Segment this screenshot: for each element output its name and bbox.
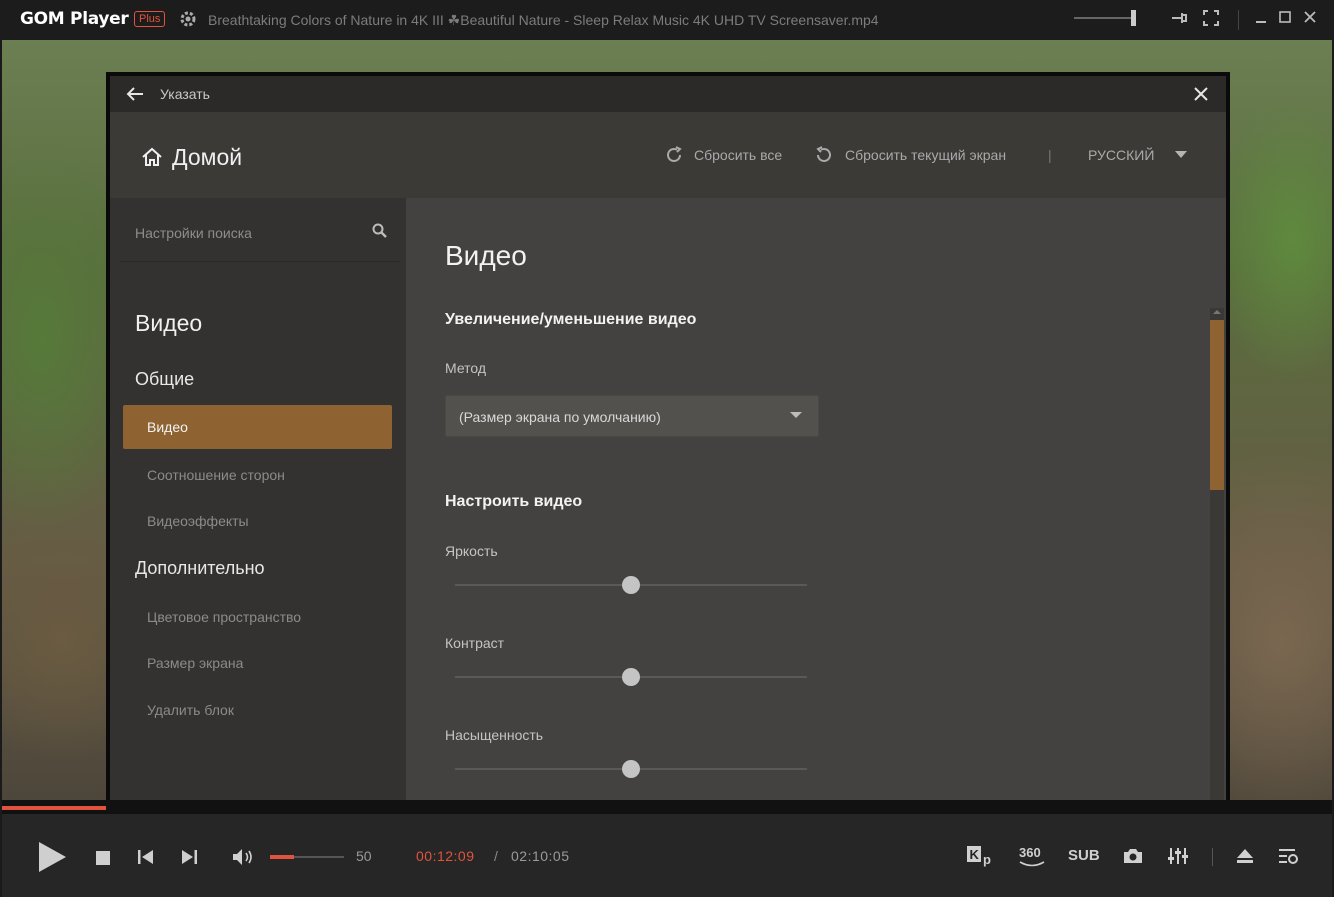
saturation-label: Насыщенность — [445, 727, 544, 743]
pin-icon[interactable] — [1168, 9, 1190, 31]
chevron-down-icon[interactable] — [1175, 151, 1187, 158]
file-title: Breathtaking Colors of Nature in 4K III … — [208, 12, 879, 28]
playlist-icon[interactable] — [1277, 847, 1299, 869]
search-icon[interactable] — [371, 222, 389, 240]
section-zoom-title: Увеличение/уменьшение видео — [445, 311, 697, 328]
svg-text:K: K — [970, 847, 980, 862]
page-title: Видео — [445, 240, 527, 271]
back-arrow-icon[interactable] — [124, 83, 146, 105]
seek-bar-progress[interactable] — [2, 806, 106, 810]
method-dropdown-value[interactable]: (Размер экрана по умолчанию) — [459, 409, 661, 425]
app-logo: GOM Player — [20, 9, 129, 29]
volume-slider-fill[interactable] — [270, 855, 294, 859]
previous-icon[interactable] — [137, 849, 155, 870]
360-icon[interactable]: 360 — [1016, 843, 1048, 875]
undo-icon[interactable] — [814, 145, 834, 165]
contrast-label: Контраст — [445, 635, 505, 651]
opacity-slider-track[interactable] — [1074, 17, 1136, 19]
sidebar-item-screen-size[interactable]: Размер экрана — [123, 641, 392, 685]
title-bar: GOM Player Plus Breathtaking Colors of N… — [0, 0, 1334, 40]
play-icon[interactable] — [36, 840, 68, 879]
titlebar-divider — [1238, 10, 1239, 30]
next-icon[interactable] — [180, 849, 198, 870]
search-input[interactable]: Настройки поиска — [135, 225, 252, 241]
brightness-label: Яркость — [445, 543, 498, 559]
saturation-slider-knob[interactable] — [622, 760, 640, 778]
time-separator: / — [494, 848, 498, 864]
sidebar-item-color-space[interactable]: Цветовое пространство — [123, 595, 392, 639]
current-time: 00:12:09 — [416, 848, 475, 864]
brightness-slider-knob[interactable] — [622, 576, 640, 594]
refresh-icon[interactable] — [664, 145, 684, 165]
svg-text:360: 360 — [1019, 845, 1041, 860]
svg-text:p: p — [983, 852, 991, 867]
subtitle-button[interactable]: SUB — [1068, 847, 1100, 864]
sidebar-group-general[interactable]: Общие — [135, 369, 194, 390]
reset-current-button[interactable]: Сбросить текущий экран — [845, 147, 1006, 163]
dialog-close-icon[interactable] — [1190, 83, 1212, 105]
opacity-slider-knob[interactable] — [1131, 10, 1136, 26]
close-icon[interactable] — [1299, 9, 1321, 31]
total-time: 02:10:05 — [511, 848, 570, 864]
contrast-slider-knob[interactable] — [622, 668, 640, 686]
kp-icon[interactable]: Kp — [966, 844, 998, 872]
sidebar-group-advanced[interactable]: Дополнительно — [135, 558, 265, 579]
reset-all-button[interactable]: Сбросить все — [694, 147, 782, 163]
home-icon[interactable] — [140, 145, 164, 169]
controls-divider — [1212, 848, 1213, 866]
fullscreen-icon[interactable] — [1200, 9, 1222, 31]
equalizer-icon[interactable] — [1167, 846, 1189, 870]
eject-icon[interactable] — [1235, 847, 1255, 869]
volume-value: 50 — [356, 848, 372, 864]
sidebar-item-video-effects[interactable]: Видеоэффекты — [123, 499, 392, 543]
scrollbar-thumb[interactable] — [1210, 320, 1224, 490]
method-label: Метод — [445, 360, 487, 376]
section-adjust-title: Настроить видео — [445, 493, 583, 510]
sidebar-heading: Видео — [135, 310, 203, 336]
sidebar-item-remove-block[interactable]: Удалить блок — [123, 688, 392, 732]
toolbar-separator: | — [1048, 147, 1052, 163]
gom-player-window: GOM Player Plus Breathtaking Colors of N… — [0, 0, 1334, 897]
camera-icon[interactable] — [1122, 847, 1144, 869]
dialog-title: Указать — [160, 86, 210, 102]
maximize-icon[interactable] — [1274, 9, 1296, 31]
home-link[interactable]: Домой — [172, 144, 242, 171]
gear-icon[interactable] — [178, 9, 198, 29]
plus-badge[interactable]: Plus — [134, 11, 166, 27]
seek-bar[interactable] — [2, 800, 1332, 814]
volume-icon[interactable] — [232, 848, 256, 871]
language-select[interactable]: РУССКИЙ — [1088, 147, 1154, 163]
sidebar-item-aspect-ratio[interactable]: Соотношение сторон — [123, 453, 392, 497]
sidebar-item-video[interactable]: Видео — [123, 405, 392, 449]
minimize-icon[interactable] — [1250, 9, 1272, 31]
dropdown-arrow-icon[interactable] — [790, 412, 802, 418]
scroll-up-icon[interactable] — [1213, 310, 1221, 314]
dialog-header — [110, 76, 1226, 112]
stop-icon[interactable] — [95, 850, 111, 871]
